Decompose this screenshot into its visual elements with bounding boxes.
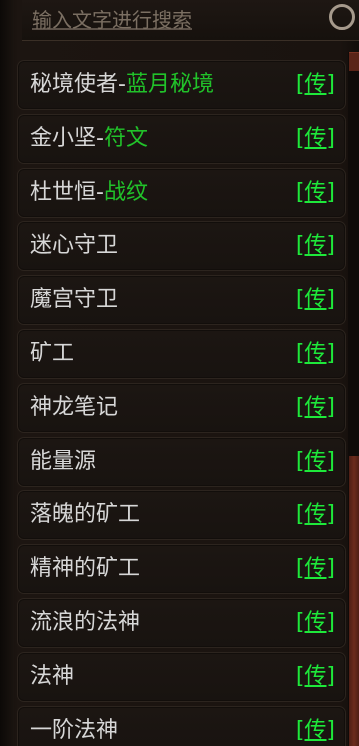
list-item[interactable]: 精神的矿工 [传] xyxy=(17,544,346,595)
npc-list: 秘境使者-蓝月秘境 [传] 金小坚-符文 [传] 杜世恒-战纹 [传] 迷心守卫 [传] 魔宫守… xyxy=(17,60,346,746)
npc-name: 矿工 xyxy=(30,340,74,368)
npc-name: 神龙笔记 xyxy=(30,394,118,422)
npc-name-main: 法神 xyxy=(30,663,75,689)
npc-name: 一阶法神 xyxy=(30,717,118,745)
search-icon[interactable] xyxy=(329,4,355,30)
npc-name-main: 神龙笔记 xyxy=(30,394,119,420)
teleport-link[interactable]: [传] xyxy=(296,717,335,745)
scrollbar-up-arrow[interactable] xyxy=(349,52,359,71)
npc-name: 秘境使者-蓝月秘境 xyxy=(30,71,214,99)
npc-name-main: 迷心守卫 xyxy=(30,233,119,259)
npc-name: 魔宫守卫 xyxy=(30,286,118,314)
npc-name-main: 精神的矿工 xyxy=(30,556,141,582)
npc-name-subtitle: 战纹 xyxy=(103,179,148,205)
npc-name-main: 金小坚 xyxy=(30,125,97,151)
left-rail xyxy=(0,0,14,746)
search-input[interactable] xyxy=(32,6,322,34)
npc-name-subtitle: 符文 xyxy=(103,125,148,151)
teleport-link[interactable]: [传] xyxy=(296,501,335,529)
teleport-link[interactable]: [传] xyxy=(296,340,335,368)
list-item[interactable]: 能量源 [传] xyxy=(17,436,346,487)
npc-name: 落魄的矿工 xyxy=(30,501,140,529)
teleport-link[interactable]: [传] xyxy=(296,71,335,99)
npc-name-main: 杜世恒 xyxy=(30,179,97,205)
list-item[interactable]: 矿工 [传] xyxy=(17,328,346,379)
list-item[interactable]: 神龙笔记 [传] xyxy=(17,382,346,433)
npc-name: 能量源 xyxy=(30,448,96,476)
list-item[interactable]: 杜世恒-战纹 [传] xyxy=(17,167,346,218)
teleport-link[interactable]: [传] xyxy=(296,125,335,153)
teleport-link[interactable]: [传] xyxy=(296,179,335,207)
npc-name-main: 落魄的矿工 xyxy=(30,502,141,528)
npc-name: 金小坚-符文 xyxy=(30,125,148,153)
npc-name: 迷心守卫 xyxy=(30,232,118,260)
npc-name-main: 一阶法神 xyxy=(30,717,119,743)
list-item[interactable]: 一阶法神 [传] xyxy=(17,705,346,746)
npc-name-main: 魔宫守卫 xyxy=(30,287,119,313)
npc-name-separator: - xyxy=(118,72,126,97)
npc-name: 法神 xyxy=(30,663,74,691)
list-item[interactable]: 迷心守卫 [传] xyxy=(17,221,346,272)
npc-list-panel: 秘境使者-蓝月秘境[传]金小坚-符文[传]杜世恒-战纹[传]迷心守卫[传]魔宫守… xyxy=(0,0,359,746)
list-item[interactable]: 秘境使者-蓝月秘境 [传] xyxy=(17,60,346,110)
npc-name-main: 能量源 xyxy=(30,448,97,474)
teleport-link[interactable]: [传] xyxy=(296,286,335,314)
teleport-link[interactable]: [传] xyxy=(296,394,335,422)
list-item[interactable]: 魔宫守卫 [传] xyxy=(17,275,346,326)
teleport-link[interactable]: [传] xyxy=(296,448,335,476)
search-bar xyxy=(22,0,359,41)
list-item[interactable]: 落魄的矿工 [传] xyxy=(17,490,346,541)
npc-name-subtitle: 蓝月秘境 xyxy=(125,72,214,97)
npc-name: 流浪的法神 xyxy=(30,609,140,637)
npc-name: 杜世恒-战纹 xyxy=(30,179,148,207)
npc-name-separator: - xyxy=(96,125,104,151)
list-item[interactable]: 法神 [传] xyxy=(17,651,346,702)
npc-name-main: 矿工 xyxy=(30,340,75,366)
teleport-link[interactable]: [传] xyxy=(296,232,335,260)
npc-name-main: 流浪的法神 xyxy=(30,609,141,635)
teleport-link[interactable]: [传] xyxy=(296,555,335,583)
list-item[interactable]: 金小坚-符文 [传] xyxy=(17,113,346,164)
teleport-link[interactable]: [传] xyxy=(296,663,335,691)
npc-name-separator: - xyxy=(96,179,104,205)
npc-name: 精神的矿工 xyxy=(30,555,140,583)
npc-name-main: 秘境使者 xyxy=(30,72,119,97)
list-item[interactable]: 流浪的法神 [传] xyxy=(17,597,346,648)
scrollbar-thumb[interactable] xyxy=(349,456,359,746)
teleport-link[interactable]: [传] xyxy=(296,609,335,637)
